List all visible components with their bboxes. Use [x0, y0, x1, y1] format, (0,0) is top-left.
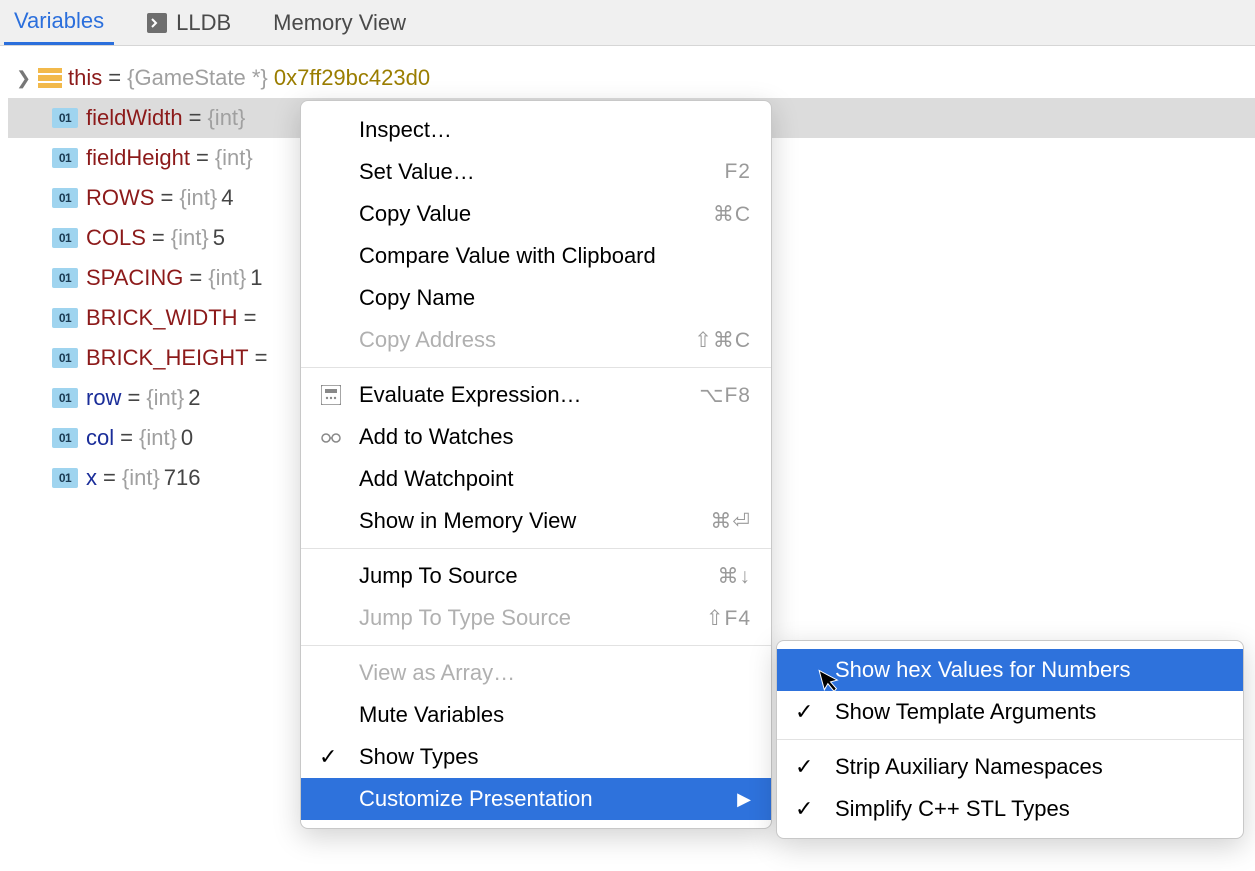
number-badge-icon: 01	[52, 108, 78, 128]
var-type: {int}	[208, 265, 246, 291]
menu-customize-presentation[interactable]: Customize Presentation▶	[301, 778, 771, 820]
var-name: ROWS	[86, 185, 154, 211]
var-name: col	[86, 425, 114, 451]
menu-jump-to-source[interactable]: Jump To Source⌘↓	[301, 555, 771, 597]
menu-separator	[301, 548, 771, 549]
shortcut: F2	[724, 160, 751, 184]
equals-sign: =	[120, 425, 133, 451]
shortcut: ⌘↓	[718, 564, 752, 589]
number-badge-icon: 01	[52, 228, 78, 248]
number-badge-icon: 01	[52, 428, 78, 448]
equals-sign: =	[127, 385, 140, 411]
equals-sign: =	[152, 225, 165, 251]
menu-add-watchpoint[interactable]: Add Watchpoint	[301, 458, 771, 500]
menu-separator	[301, 645, 771, 646]
check-icon: ✓	[795, 699, 813, 725]
menu-copy-value[interactable]: Copy Value⌘C	[301, 193, 771, 235]
shortcut: ⇧⌘C	[694, 328, 751, 353]
check-icon: ✓	[795, 796, 813, 822]
object-icon	[38, 68, 62, 88]
equals-sign: =	[160, 185, 173, 211]
var-value: 4	[221, 185, 233, 211]
menu-copy-address: Copy Address⇧⌘C	[301, 319, 771, 361]
var-value: 5	[213, 225, 225, 251]
menu-evaluate-expression[interactable]: Evaluate Expression…⌥F8	[301, 374, 771, 416]
tab-variables-label: Variables	[14, 8, 104, 34]
shortcut: ⌘⏎	[710, 509, 751, 534]
var-type: {GameState *}	[127, 65, 268, 91]
equals-sign: =	[255, 345, 268, 371]
check-icon: ✓	[795, 754, 813, 780]
var-value: 1	[250, 265, 262, 291]
equals-sign: =	[196, 145, 209, 171]
var-name: this	[68, 65, 102, 91]
tab-lldb[interactable]: LLDB	[136, 0, 241, 45]
number-badge-icon: 01	[52, 148, 78, 168]
var-name: COLS	[86, 225, 146, 251]
var-name: BRICK_HEIGHT	[86, 345, 249, 371]
terminal-icon	[146, 12, 168, 34]
shortcut: ⇧F4	[706, 606, 751, 631]
var-type: {int}	[215, 145, 253, 171]
menu-separator	[777, 739, 1243, 740]
number-badge-icon: 01	[52, 468, 78, 488]
var-name: fieldWidth	[86, 105, 183, 131]
tab-variables[interactable]: Variables	[4, 0, 114, 45]
number-badge-icon: 01	[52, 388, 78, 408]
submenu-show-template-arguments[interactable]: ✓Show Template Arguments	[777, 691, 1243, 733]
tab-memory-view-label: Memory View	[273, 10, 406, 36]
menu-show-types[interactable]: ✓Show Types	[301, 736, 771, 778]
glasses-icon	[319, 425, 343, 449]
var-name: row	[86, 385, 121, 411]
var-type: {int}	[171, 225, 209, 251]
submenu-simplify-cpp-stl-types[interactable]: ✓Simplify C++ STL Types	[777, 788, 1243, 830]
shortcut: ⌥F8	[699, 383, 751, 408]
var-name: fieldHeight	[86, 145, 190, 171]
submenu-strip-auxiliary-namespaces[interactable]: ✓Strip Auxiliary Namespaces	[777, 746, 1243, 788]
menu-view-as-array: View as Array…	[301, 652, 771, 694]
var-value: 0	[181, 425, 193, 451]
chevron-right-icon[interactable]: ❯	[16, 68, 34, 89]
equals-sign: =	[189, 265, 202, 291]
menu-mute-variables[interactable]: Mute Variables	[301, 694, 771, 736]
equals-sign: =	[108, 65, 121, 91]
shortcut: ⌘C	[713, 202, 751, 227]
context-menu: Inspect… Set Value…F2 Copy Value⌘C Compa…	[300, 100, 772, 829]
var-type: {int}	[179, 185, 217, 211]
menu-add-to-watches[interactable]: Add to Watches	[301, 416, 771, 458]
var-type: {int}	[122, 465, 160, 491]
var-type: {int}	[207, 105, 245, 131]
menu-compare-clipboard[interactable]: Compare Value with Clipboard	[301, 235, 771, 277]
menu-separator	[301, 367, 771, 368]
submenu-customize-presentation: Show hex Values for Numbers ✓Show Templa…	[776, 640, 1244, 839]
var-value: 2	[188, 385, 200, 411]
var-type: {int}	[146, 385, 184, 411]
number-badge-icon: 01	[52, 188, 78, 208]
var-name: BRICK_WIDTH	[86, 305, 238, 331]
var-value: 716	[164, 465, 201, 491]
number-badge-icon: 01	[52, 308, 78, 328]
submenu-show-hex-values[interactable]: Show hex Values for Numbers	[777, 649, 1243, 691]
debug-tabs: Variables LLDB Memory View	[0, 0, 1255, 46]
var-name: x	[86, 465, 97, 491]
var-address: 0x7ff29bc423d0	[274, 65, 430, 91]
menu-copy-name[interactable]: Copy Name	[301, 277, 771, 319]
number-badge-icon: 01	[52, 348, 78, 368]
calculator-icon	[319, 383, 343, 407]
tree-row-this[interactable]: ❯ this = {GameState *} 0x7ff29bc423d0	[8, 58, 1255, 98]
tab-memory-view[interactable]: Memory View	[263, 0, 416, 45]
equals-sign: =	[244, 305, 257, 331]
menu-set-value[interactable]: Set Value…F2	[301, 151, 771, 193]
var-name: SPACING	[86, 265, 183, 291]
tab-lldb-label: LLDB	[176, 10, 231, 36]
menu-inspect[interactable]: Inspect…	[301, 109, 771, 151]
chevron-right-icon: ▶	[737, 789, 751, 810]
equals-sign: =	[189, 105, 202, 131]
menu-show-in-memory-view[interactable]: Show in Memory View⌘⏎	[301, 500, 771, 542]
check-icon: ✓	[319, 744, 337, 770]
number-badge-icon: 01	[52, 268, 78, 288]
var-type: {int}	[139, 425, 177, 451]
menu-jump-to-type-source: Jump To Type Source⇧F4	[301, 597, 771, 639]
equals-sign: =	[103, 465, 116, 491]
